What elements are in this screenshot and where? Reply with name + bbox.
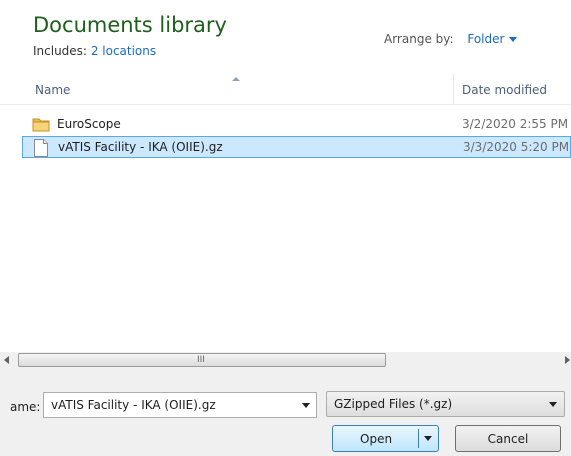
chevron-down-icon (549, 402, 557, 407)
scroll-right-icon[interactable] (565, 356, 570, 364)
folder-icon (32, 116, 50, 135)
arrange-by-dropdown[interactable]: Folder (467, 32, 518, 46)
cancel-button[interactable]: Cancel (455, 425, 561, 452)
cancel-button-label: Cancel (487, 432, 529, 446)
file-icon (33, 139, 49, 160)
scrollbar-grip-icon: III (197, 355, 205, 365)
sort-ascending-icon (232, 77, 240, 81)
file-type-select[interactable]: GZipped Files (*.gz) (326, 391, 565, 417)
filename-label: ame: (10, 400, 41, 414)
file-date: 3/2/2020 2:55 PM (462, 117, 569, 131)
column-header-name[interactable]: Name (35, 83, 70, 97)
file-row-euroscope[interactable]: EuroScope 3/2/2020 2:55 PM (20, 113, 571, 135)
filename-value: vATIS Facility - IKA (OIIE).gz (51, 398, 216, 412)
dialog-footer: ame: vATIS Facility - IKA (OIIE).gz GZip… (0, 369, 571, 456)
column-header-date-modified[interactable]: Date modified (462, 83, 547, 97)
horizontal-scrollbar[interactable]: III (0, 352, 571, 369)
scroll-left-icon[interactable] (4, 356, 9, 364)
open-button-label: Open (360, 432, 393, 446)
arrange-by-label: Arrange by: (384, 32, 454, 46)
library-header: Documents library Includes: 2 locations … (0, 0, 571, 74)
column-divider[interactable] (453, 74, 454, 104)
includes-label: Includes: (33, 44, 87, 58)
file-date: 3/3/2020 5:20 PM (463, 140, 570, 154)
chevron-down-icon[interactable] (302, 403, 310, 408)
includes-locations-link[interactable]: 2 locations (91, 44, 156, 58)
arrange-by: Arrange by: Folder (384, 32, 518, 46)
file-name: vATIS Facility - IKA (OIIE).gz (58, 140, 223, 154)
arrange-by-value: Folder (467, 32, 505, 46)
library-title: Documents library (33, 13, 227, 37)
scrollbar-thumb[interactable]: III (18, 353, 386, 367)
file-name: EuroScope (57, 117, 121, 131)
file-row-vatis-facility[interactable]: vATIS Facility - IKA (OIIE).gz 3/3/2020 … (22, 136, 571, 158)
chevron-down-icon (509, 37, 518, 42)
filename-input[interactable]: vATIS Facility - IKA (OIIE).gz (43, 392, 317, 418)
split-divider (418, 429, 419, 448)
file-type-value: GZipped Files (*.gz) (334, 397, 453, 411)
open-button[interactable]: Open (332, 425, 439, 452)
column-header-row: Name Date modified (0, 74, 571, 105)
open-options-chevron-icon[interactable] (424, 436, 432, 441)
library-includes: Includes: 2 locations (33, 44, 156, 58)
